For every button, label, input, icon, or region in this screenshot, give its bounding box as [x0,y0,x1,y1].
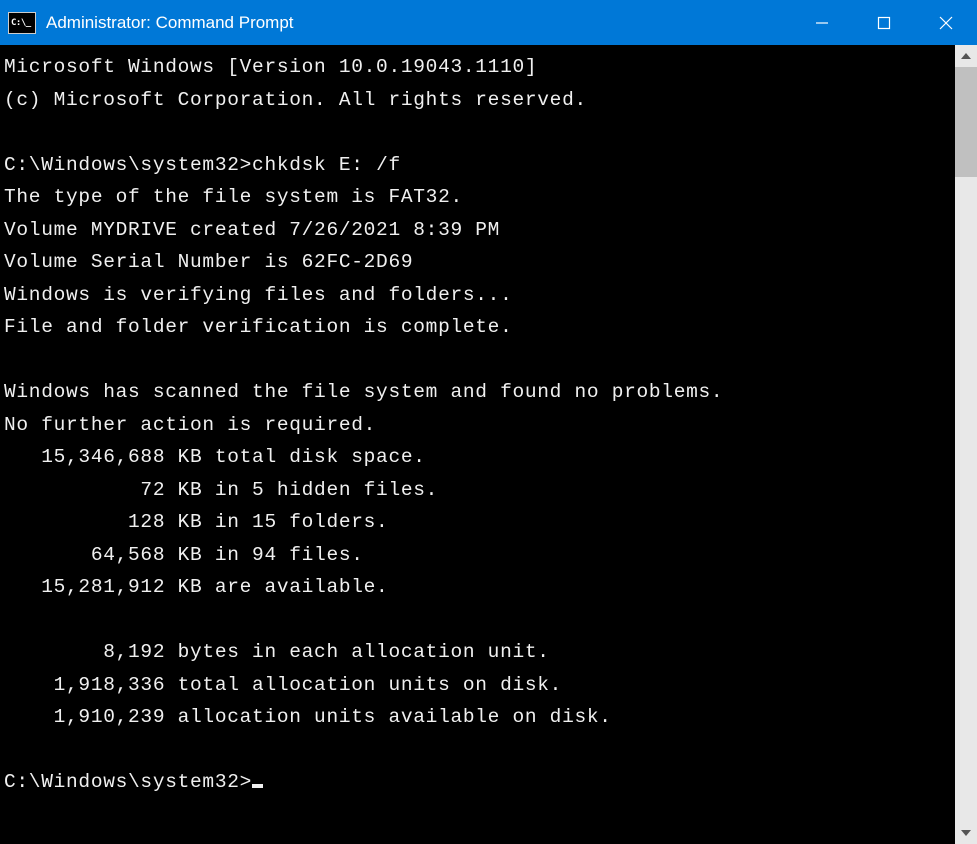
output-line: No further action is required. [4,414,376,436]
minimize-icon [815,16,829,30]
scroll-track[interactable] [955,67,977,822]
scroll-down-button[interactable] [955,822,977,844]
output-line: 8,192 bytes in each allocation unit. [4,641,550,663]
content-area: Microsoft Windows [Version 10.0.19043.11… [0,45,977,844]
chevron-down-icon [961,830,971,836]
output-line: 128 KB in 15 folders. [4,511,388,533]
output-line: Volume Serial Number is 62FC-2D69 [4,251,413,273]
scroll-thumb[interactable] [955,67,977,177]
output-line: Windows has scanned the file system and … [4,381,723,403]
app-icon [8,12,36,34]
terminal-output[interactable]: Microsoft Windows [Version 10.0.19043.11… [0,45,955,844]
command-text: chkdsk E: /f [252,154,401,176]
cursor [252,784,263,788]
window-title: Administrator: Command Prompt [46,13,791,33]
chevron-up-icon [961,53,971,59]
output-line: Volume MYDRIVE created 7/26/2021 8:39 PM [4,219,500,241]
output-line: 15,346,688 KB total disk space. [4,446,426,468]
maximize-icon [877,16,891,30]
window-controls [791,0,977,45]
output-line: Windows is verifying files and folders..… [4,284,512,306]
banner-line: Microsoft Windows [Version 10.0.19043.11… [4,56,537,78]
output-line: 72 KB in 5 hidden files. [4,479,438,501]
titlebar: Administrator: Command Prompt [0,0,977,45]
output-line: 15,281,912 KB are available. [4,576,388,598]
banner-line: (c) Microsoft Corporation. All rights re… [4,89,587,111]
output-line: 1,918,336 total allocation units on disk… [4,674,562,696]
close-icon [939,16,953,30]
vertical-scrollbar[interactable] [955,45,977,844]
minimize-button[interactable] [791,0,853,45]
close-button[interactable] [915,0,977,45]
output-line: The type of the file system is FAT32. [4,186,463,208]
output-line: 64,568 KB in 94 files. [4,544,364,566]
maximize-button[interactable] [853,0,915,45]
output-line: File and folder verification is complete… [4,316,512,338]
scroll-up-button[interactable] [955,45,977,67]
output-line: 1,910,239 allocation units available on … [4,706,612,728]
prompt: C:\Windows\system32> [4,771,252,793]
prompt: C:\Windows\system32> [4,154,252,176]
